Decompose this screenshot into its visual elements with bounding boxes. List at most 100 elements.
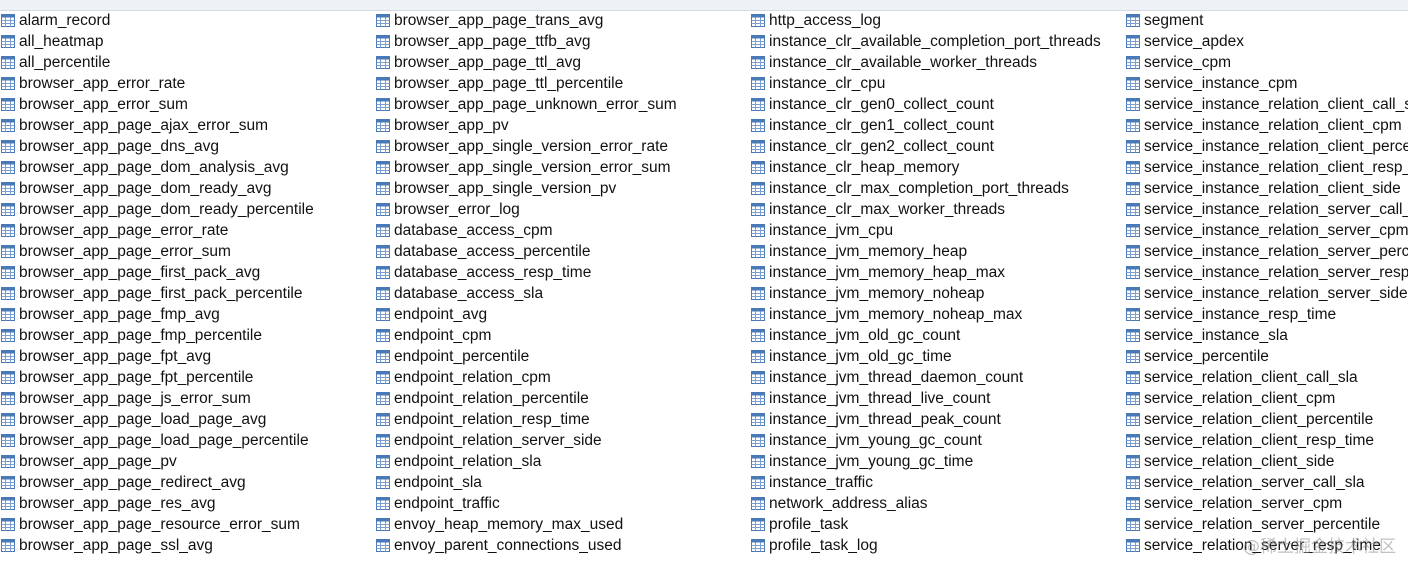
table-list-item[interactable]: browser_app_page_js_error_sum — [0, 388, 375, 409]
table-list-item[interactable]: browser_app_page_pv — [0, 451, 375, 472]
table-list-item[interactable]: service_cpm — [1125, 52, 1408, 73]
table-list-item[interactable]: browser_app_page_dom_ready_avg — [0, 178, 375, 199]
table-list-item[interactable]: service_apdex — [1125, 31, 1408, 52]
table-list-item[interactable]: instance_traffic — [750, 472, 1125, 493]
table-list-item[interactable]: service_instance_resp_time — [1125, 304, 1408, 325]
table-list-item[interactable]: instance_clr_cpu — [750, 73, 1125, 94]
table-list-item[interactable]: browser_app_page_unknown_error_sum — [375, 94, 750, 115]
table-list-item[interactable]: browser_app_single_version_pv — [375, 178, 750, 199]
table-list-item[interactable]: browser_app_page_dom_ready_percentile — [0, 199, 375, 220]
table-list-item[interactable]: service_instance_relation_client_percent… — [1125, 136, 1408, 157]
table-list-item[interactable]: instance_jvm_cpu — [750, 220, 1125, 241]
table-list-item[interactable]: browser_app_page_ttl_percentile — [375, 73, 750, 94]
table-list-item[interactable]: instance_jvm_memory_noheap — [750, 283, 1125, 304]
table-list-item[interactable]: browser_app_page_ajax_error_sum — [0, 115, 375, 136]
table-list-item[interactable]: browser_app_error_rate — [0, 73, 375, 94]
table-list-item[interactable]: alarm_record — [0, 10, 375, 31]
table-list-item[interactable]: browser_app_page_fmp_avg — [0, 304, 375, 325]
table-list-item[interactable]: browser_app_page_dns_avg — [0, 136, 375, 157]
table-list-item[interactable]: browser_app_page_error_rate — [0, 220, 375, 241]
table-list-item[interactable]: segment — [1125, 10, 1408, 31]
table-list-item[interactable]: browser_app_pv — [375, 115, 750, 136]
table-list-item[interactable]: instance_clr_available_worker_threads — [750, 52, 1125, 73]
table-list-item[interactable]: browser_app_page_fpt_avg — [0, 346, 375, 367]
table-list-item[interactable]: browser_error_log — [375, 199, 750, 220]
table-list-item[interactable]: instance_jvm_thread_daemon_count — [750, 367, 1125, 388]
table-list-item[interactable]: service_instance_relation_server_resp_ti… — [1125, 262, 1408, 283]
table-list-item[interactable]: instance_clr_gen1_collect_count — [750, 115, 1125, 136]
table-list-item[interactable]: network_address_alias — [750, 493, 1125, 514]
table-list-item[interactable]: endpoint_relation_server_side — [375, 430, 750, 451]
table-list-item[interactable]: database_access_sla — [375, 283, 750, 304]
table-list-item[interactable]: database_access_cpm — [375, 220, 750, 241]
table-list-item[interactable]: endpoint_cpm — [375, 325, 750, 346]
table-list-item[interactable]: service_instance_relation_client_resp_ti… — [1125, 157, 1408, 178]
table-list-item[interactable]: instance_jvm_memory_heap_max — [750, 262, 1125, 283]
table-list-item[interactable]: instance_jvm_thread_live_count — [750, 388, 1125, 409]
table-list-item[interactable]: database_access_percentile — [375, 241, 750, 262]
table-list-item[interactable]: instance_clr_available_completion_port_t… — [750, 31, 1125, 52]
table-list-item[interactable]: browser_app_page_ssl_avg — [0, 535, 375, 556]
table-list-item[interactable]: endpoint_traffic — [375, 493, 750, 514]
table-list-item[interactable]: instance_clr_max_completion_port_threads — [750, 178, 1125, 199]
table-list-item[interactable]: browser_app_page_first_pack_percentile — [0, 283, 375, 304]
table-list-item[interactable]: service_instance_relation_server_call_sl… — [1125, 199, 1408, 220]
table-list-item[interactable]: browser_app_page_trans_avg — [375, 10, 750, 31]
table-list-item[interactable]: browser_app_page_fpt_percentile — [0, 367, 375, 388]
table-list-item[interactable]: browser_app_page_error_sum — [0, 241, 375, 262]
table-list-item[interactable]: service_instance_relation_server_side — [1125, 283, 1408, 304]
table-list-item[interactable]: service_relation_server_call_sla — [1125, 472, 1408, 493]
table-list-item[interactable]: service_relation_client_cpm — [1125, 388, 1408, 409]
table-list-item[interactable]: endpoint_avg — [375, 304, 750, 325]
table-list-item[interactable]: browser_app_error_sum — [0, 94, 375, 115]
table-list-item[interactable]: instance_jvm_young_gc_time — [750, 451, 1125, 472]
table-list-item[interactable]: service_instance_relation_server_percent… — [1125, 241, 1408, 262]
table-list-item[interactable]: instance_clr_gen0_collect_count — [750, 94, 1125, 115]
table-list-item[interactable]: instance_clr_gen2_collect_count — [750, 136, 1125, 157]
table-list-item[interactable]: profile_task_log — [750, 535, 1125, 556]
table-list-item[interactable]: service_relation_client_call_sla — [1125, 367, 1408, 388]
table-list-item[interactable]: service_relation_client_percentile — [1125, 409, 1408, 430]
table-list-item[interactable]: http_access_log — [750, 10, 1125, 31]
table-list-item[interactable]: browser_app_page_ttfb_avg — [375, 31, 750, 52]
table-list-item[interactable]: browser_app_page_fmp_percentile — [0, 325, 375, 346]
table-list-item[interactable]: instance_clr_max_worker_threads — [750, 199, 1125, 220]
table-list-item[interactable]: endpoint_relation_cpm — [375, 367, 750, 388]
table-list-item[interactable]: instance_jvm_young_gc_count — [750, 430, 1125, 451]
table-list-item[interactable]: instance_jvm_memory_heap — [750, 241, 1125, 262]
table-list-item[interactable]: service_relation_server_cpm — [1125, 493, 1408, 514]
table-list-item[interactable]: browser_app_page_redirect_avg — [0, 472, 375, 493]
table-list-item[interactable]: service_instance_cpm — [1125, 73, 1408, 94]
table-list-item[interactable]: browser_app_page_first_pack_avg — [0, 262, 375, 283]
table-list-item[interactable]: service_percentile — [1125, 346, 1408, 367]
table-list-item[interactable]: service_relation_client_side — [1125, 451, 1408, 472]
table-list-item[interactable]: service_relation_server_resp_time — [1125, 535, 1408, 556]
table-list-item[interactable]: service_instance_relation_server_cpm — [1125, 220, 1408, 241]
table-list-item[interactable]: instance_jvm_old_gc_time — [750, 346, 1125, 367]
table-list-item[interactable]: browser_app_single_version_error_sum — [375, 157, 750, 178]
table-list-item[interactable]: service_instance_relation_client_call_sl… — [1125, 94, 1408, 115]
table-list-item[interactable]: browser_app_single_version_error_rate — [375, 136, 750, 157]
table-list-item[interactable]: endpoint_percentile — [375, 346, 750, 367]
table-list-item[interactable]: browser_app_page_dom_analysis_avg — [0, 157, 375, 178]
table-list-item[interactable]: browser_app_page_res_avg — [0, 493, 375, 514]
table-list-item[interactable]: endpoint_relation_resp_time — [375, 409, 750, 430]
table-list-item[interactable]: instance_jvm_memory_noheap_max — [750, 304, 1125, 325]
table-list-item[interactable]: envoy_heap_memory_max_used — [375, 514, 750, 535]
table-list-item[interactable]: instance_clr_heap_memory — [750, 157, 1125, 178]
table-list-item[interactable]: service_instance_relation_client_cpm — [1125, 115, 1408, 136]
table-list-item[interactable]: instance_jvm_old_gc_count — [750, 325, 1125, 346]
table-list-item[interactable]: all_heatmap — [0, 31, 375, 52]
table-list-item[interactable]: database_access_resp_time — [375, 262, 750, 283]
table-list-item[interactable]: endpoint_relation_percentile — [375, 388, 750, 409]
table-list-item[interactable]: endpoint_relation_sla — [375, 451, 750, 472]
table-list-item[interactable]: browser_app_page_resource_error_sum — [0, 514, 375, 535]
table-list-item[interactable]: envoy_parent_connections_used — [375, 535, 750, 556]
table-list-item[interactable]: browser_app_page_ttl_avg — [375, 52, 750, 73]
table-list-item[interactable]: endpoint_sla — [375, 472, 750, 493]
table-list-item[interactable]: service_relation_client_resp_time — [1125, 430, 1408, 451]
table-list-item[interactable]: service_instance_sla — [1125, 325, 1408, 346]
table-list-item[interactable]: profile_task — [750, 514, 1125, 535]
table-list-item[interactable]: browser_app_page_load_page_avg — [0, 409, 375, 430]
table-list-item[interactable]: browser_app_page_load_page_percentile — [0, 430, 375, 451]
